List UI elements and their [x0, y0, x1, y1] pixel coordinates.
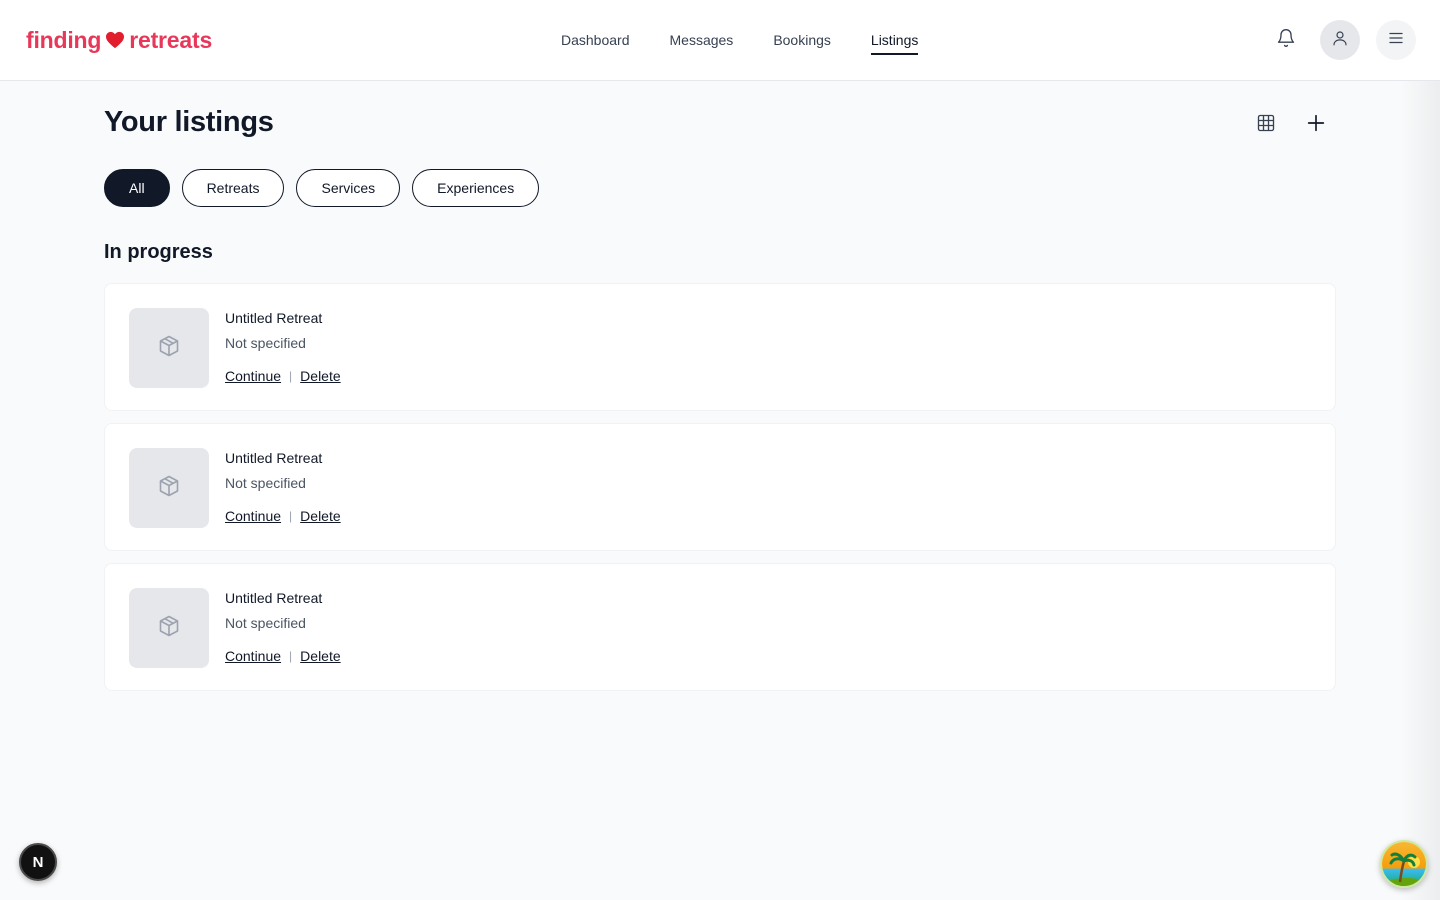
filter-retreats[interactable]: Retreats	[181, 169, 285, 207]
listing-title: Untitled Retreat	[225, 310, 323, 326]
logo-text-right: retreats	[129, 26, 213, 53]
listing-subtitle: Not specified	[225, 615, 306, 631]
heart-icon	[105, 31, 125, 49]
listing-card: Untitled Retreat Not specified Continue …	[104, 423, 1336, 551]
listing-subtitle: Not specified	[225, 475, 306, 491]
listing-thumbnail	[129, 308, 209, 388]
brand-logo[interactable]: finding retreats	[26, 24, 212, 56]
listing-actions: Continue | Delete	[225, 368, 341, 384]
delete-link[interactable]: Delete	[300, 648, 340, 664]
package-icon	[157, 474, 181, 503]
bell-icon	[1276, 28, 1296, 53]
filter-all[interactable]: All	[104, 169, 170, 207]
main-nav: Dashboard Messages Bookings Listings	[561, 28, 919, 56]
action-separator: |	[289, 649, 293, 663]
listing-card: Untitled Retreat Not specified Continue …	[104, 283, 1336, 411]
menu-button[interactable]	[1376, 20, 1416, 60]
listing-list: Untitled Retreat Not specified Continue …	[104, 283, 1336, 703]
listing-title: Untitled Retreat	[225, 590, 323, 606]
continue-link[interactable]: Continue	[225, 368, 281, 384]
palm-tree-icon[interactable]	[1380, 840, 1428, 888]
listing-card: Untitled Retreat Not specified Continue …	[104, 563, 1336, 691]
filter-experiences[interactable]: Experiences	[412, 169, 540, 207]
package-icon	[157, 614, 181, 643]
nav-listings[interactable]: Listings	[870, 28, 919, 56]
filter-services[interactable]: Services	[296, 169, 401, 207]
grid-view-button[interactable]	[1251, 110, 1281, 140]
notifications-button[interactable]	[1266, 20, 1306, 60]
user-avatar-button[interactable]	[1320, 20, 1360, 60]
action-separator: |	[289, 369, 293, 383]
nav-bookings[interactable]: Bookings	[773, 28, 831, 56]
listing-title: Untitled Retreat	[225, 450, 323, 466]
nav-messages[interactable]: Messages	[670, 28, 734, 56]
listing-subtitle: Not specified	[225, 335, 306, 351]
listing-actions: Continue | Delete	[225, 508, 341, 524]
action-separator: |	[289, 509, 293, 523]
package-icon	[157, 334, 181, 363]
edge-shadow	[1400, 81, 1440, 900]
section-title: In progress	[104, 241, 213, 263]
filter-chips: All Retreats Services Experiences	[104, 169, 540, 207]
page-title: Your listings	[104, 106, 274, 138]
top-header: finding retreats Dashboard Messages Book…	[0, 0, 1440, 81]
add-listing-button[interactable]	[1301, 110, 1331, 140]
listing-actions: Continue | Delete	[225, 648, 341, 664]
dev-badge-letter: N	[32, 853, 44, 871]
plus-icon	[1305, 112, 1327, 139]
grid-icon	[1256, 113, 1276, 138]
continue-link[interactable]: Continue	[225, 508, 281, 524]
delete-link[interactable]: Delete	[300, 508, 340, 524]
delete-link[interactable]: Delete	[300, 368, 340, 384]
nav-dashboard[interactable]: Dashboard	[561, 28, 630, 56]
continue-link[interactable]: Continue	[225, 648, 281, 664]
menu-icon	[1387, 29, 1405, 52]
dev-tools-badge[interactable]: N	[19, 843, 57, 881]
user-icon	[1331, 29, 1349, 52]
logo-text-left: finding	[26, 26, 102, 53]
listing-thumbnail	[129, 588, 209, 668]
listing-thumbnail	[129, 448, 209, 528]
